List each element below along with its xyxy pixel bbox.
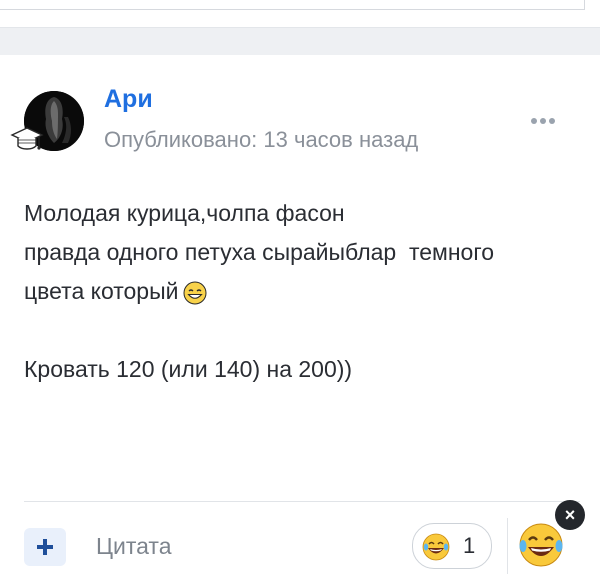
author-name[interactable]: Ари [104, 85, 153, 114]
top-divider [0, 9, 585, 10]
section-band-line [0, 27, 600, 28]
plus-icon [37, 539, 53, 555]
quote-button[interactable]: Цитата [96, 533, 172, 560]
post-line: Кровать 120 (или 140) на 200)) [24, 356, 353, 382]
top-divider-corner [584, 0, 585, 10]
post-body: Молодая курица,чолпа фасон правда одного… [24, 194, 584, 389]
post-timestamp: Опубликовано: 13 часов назад [104, 127, 419, 152]
add-button[interactable] [24, 528, 66, 566]
post-line: Молодая курица,чолпа фасон [24, 200, 345, 226]
laughing-emoji-icon[interactable] [516, 520, 566, 570]
reaction-count: 1 [463, 533, 476, 558]
post-line-with-emoji: цвета который [24, 272, 584, 311]
section-band [0, 27, 600, 55]
reaction-pill[interactable]: 1 [412, 523, 492, 569]
close-icon[interactable]: × [555, 500, 585, 530]
footer-divider [24, 501, 580, 502]
post-line-text: цвета который [24, 278, 179, 304]
top-strip [0, 0, 600, 12]
laughing-emoji-icon [422, 533, 450, 561]
graduation-cap-icon [10, 127, 44, 150]
smile-emoji-icon [183, 281, 207, 305]
footer-separator [507, 518, 508, 574]
post-line: правда одного петуха сырайыблар темного [24, 239, 495, 265]
more-dots-icon[interactable] [527, 113, 559, 129]
